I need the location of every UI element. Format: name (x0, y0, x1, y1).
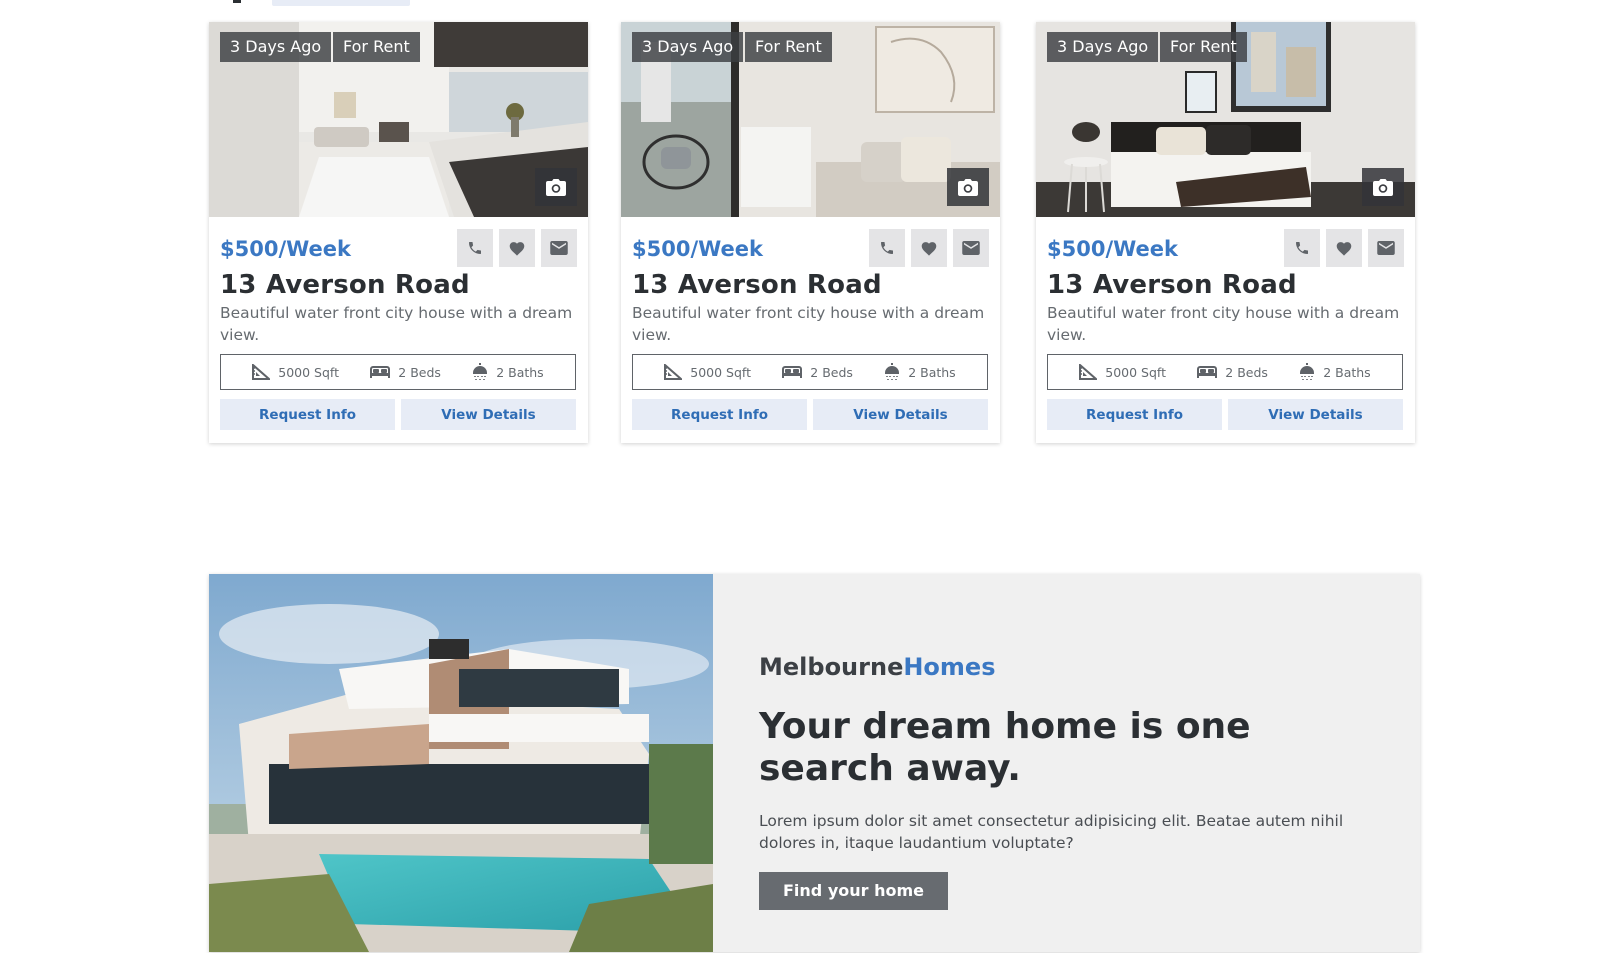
favorite-button[interactable] (911, 229, 947, 267)
beds-feature: 2 Beds (1197, 365, 1268, 380)
brand-highlight: Homes (903, 653, 996, 681)
promo-content: MelbourneHomes Your dream home is one se… (759, 653, 1389, 910)
phone-icon (1296, 242, 1308, 254)
promo-text: Lorem ipsum dolor sit amet consectetur a… (759, 812, 1344, 852)
area-value: 5000 Sqft (690, 364, 752, 380)
listing-card[interactable]: 3 Days Ago For Rent $500/Week 13 Averson… (1036, 22, 1415, 443)
ruler-triangle-icon (1079, 364, 1098, 380)
bed-icon (370, 366, 391, 378)
listing-features: 5000 Sqft 2 Beds 2 Baths (632, 354, 988, 390)
beds-value: 2 Beds (398, 364, 441, 380)
listing-photo[interactable]: 3 Days Ago For Rent (621, 22, 1000, 217)
brand-logo[interactable]: MelbourneHomes (759, 653, 1389, 681)
baths-value: 2 Baths (1323, 364, 1371, 380)
shower-icon (1300, 363, 1315, 380)
baths-value: 2 Baths (908, 364, 956, 380)
listing-photo[interactable]: 3 Days Ago For Rent (209, 22, 588, 217)
beds-value: 2 Beds (1225, 364, 1268, 380)
listing-title[interactable]: 13 Averson Road (632, 270, 882, 300)
favorite-button[interactable] (499, 229, 535, 267)
call-button[interactable] (1284, 229, 1320, 267)
listing-buttons: Request Info View Details (1047, 399, 1403, 430)
bed-icon (782, 366, 803, 378)
shower-icon (885, 363, 900, 380)
request-info-button[interactable]: Request Info (1047, 399, 1222, 430)
email-button[interactable] (1368, 229, 1404, 267)
posted-tag: 3 Days Ago (632, 32, 744, 62)
listing-price: $500/Week (1047, 237, 1178, 261)
gallery-button[interactable] (535, 168, 577, 206)
promo-banner: MelbourneHomes Your dream home is one se… (209, 574, 1420, 952)
area-feature: 5000 Sqft (1079, 364, 1166, 380)
area-value: 5000 Sqft (278, 364, 340, 380)
baths-value: 2 Baths (496, 364, 544, 380)
camera-icon (958, 178, 978, 196)
modern-house-photo (209, 574, 713, 952)
listing-price: $500/Week (632, 237, 763, 261)
beds-value: 2 Beds (810, 364, 853, 380)
listing-description: Beautiful water front city house with a … (220, 304, 573, 344)
status-tag: For Rent (745, 32, 832, 62)
listing-card[interactable]: 3 Days Ago For Rent $500/Week 13 Averson… (621, 22, 1000, 443)
listing-price: $500/Week (220, 237, 351, 261)
shower-icon (473, 363, 488, 380)
camera-icon (1373, 178, 1393, 196)
listing-features: 5000 Sqft 2 Beds 2 Baths (1047, 354, 1403, 390)
phone-icon (881, 242, 893, 254)
mail-icon (550, 241, 568, 255)
call-button[interactable] (457, 229, 493, 267)
find-home-button[interactable]: Find your home (759, 872, 949, 910)
favorite-button[interactable] (1326, 229, 1362, 267)
listing-description: Beautiful water front city house with a … (632, 304, 985, 344)
listing-buttons: Request Info View Details (632, 399, 988, 430)
listing-title[interactable]: 13 Averson Road (1047, 270, 1297, 300)
request-info-button[interactable]: Request Info (632, 399, 807, 430)
request-info-button[interactable]: Request Info (220, 399, 395, 430)
brand-main: Melbourne (759, 653, 904, 681)
listing-description: Beautiful water front city house with a … (1047, 304, 1400, 344)
mail-icon (962, 241, 980, 255)
camera-icon (546, 178, 566, 196)
baths-feature: 2 Baths (472, 363, 544, 381)
area-feature: 5000 Sqft (252, 364, 339, 380)
view-details-button[interactable]: View Details (813, 399, 988, 430)
mail-icon (1377, 241, 1395, 255)
gallery-button[interactable] (1362, 168, 1404, 206)
bed-icon (1197, 366, 1218, 378)
status-tag: For Rent (1160, 32, 1247, 62)
listing-actions (457, 229, 577, 267)
listing-title[interactable]: 13 Averson Road (220, 270, 470, 300)
baths-feature: 2 Baths (1299, 363, 1371, 381)
posted-tag: 3 Days Ago (220, 32, 332, 62)
ruler-triangle-icon (664, 364, 683, 380)
status-tag: For Rent (333, 32, 420, 62)
listing-card[interactable]: 3 Days Ago For Rent $500/Week 13 Averson… (209, 22, 588, 443)
listing-actions (1284, 229, 1404, 267)
listing-features: 5000 Sqft 2 Beds 2 Baths (220, 354, 576, 390)
listing-actions (869, 229, 989, 267)
area-value: 5000 Sqft (1105, 364, 1167, 380)
beds-feature: 2 Beds (782, 365, 853, 380)
beds-feature: 2 Beds (370, 365, 441, 380)
phone-icon (469, 242, 481, 254)
area-feature: 5000 Sqft (664, 364, 751, 380)
listing-photo[interactable]: 3 Days Ago For Rent (1036, 22, 1415, 217)
promo-headline: Your dream home is one search away. (759, 706, 1251, 789)
heart-icon (921, 242, 937, 256)
ruler-triangle-icon (252, 364, 271, 380)
listing-cards: 3 Days Ago For Rent $500/Week 13 Averson… (0, 0, 1610, 460)
view-details-button[interactable]: View Details (401, 399, 576, 430)
baths-feature: 2 Baths (884, 363, 956, 381)
posted-tag: 3 Days Ago (1047, 32, 1159, 62)
listing-buttons: Request Info View Details (220, 399, 576, 430)
gallery-button[interactable] (947, 168, 989, 206)
email-button[interactable] (541, 229, 577, 267)
heart-icon (509, 242, 525, 256)
call-button[interactable] (869, 229, 905, 267)
email-button[interactable] (953, 229, 989, 267)
view-details-button[interactable]: View Details (1228, 399, 1403, 430)
heart-icon (1336, 242, 1352, 256)
promo-house-photo (209, 574, 713, 952)
